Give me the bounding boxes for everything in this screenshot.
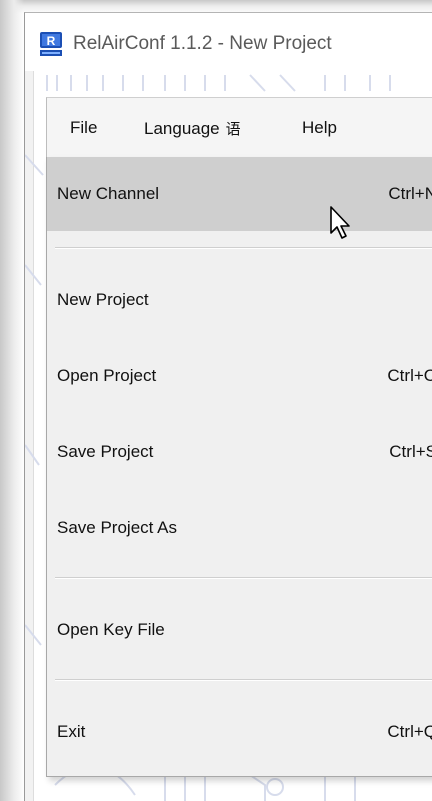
menu-language-label: Language	[144, 119, 220, 138]
menu-item-label: Open Project	[57, 366, 157, 385]
menu-separator	[55, 247, 432, 249]
title-bar: R RelAirConf 1.1.2 - New Project	[25, 13, 432, 71]
menu-separator	[55, 577, 432, 579]
screen: R RelAirConf 1.1.2 - New Project File La…	[0, 0, 432, 801]
menu-language[interactable]: Language 语	[144, 118, 241, 139]
file-menu-dropdown: New Channel Ctrl+N New Project Open Proj…	[46, 157, 432, 777]
menu-item-open-project[interactable]: Open Project Ctrl+O	[47, 339, 432, 413]
menu-item-shortcut: Ctrl+O	[387, 366, 432, 385]
menu-help[interactable]: Help	[302, 118, 337, 138]
app-window: R RelAirConf 1.1.2 - New Project File La…	[24, 12, 432, 801]
mouse-pointer-icon	[330, 206, 350, 239]
menu-item-label: Open Key File	[57, 620, 165, 639]
menu-item-label: Save Project As	[57, 518, 178, 537]
menu-item-label: Save Project	[57, 442, 154, 461]
menu-item-shortcut: Ctrl+Q	[387, 722, 432, 741]
menu-item-new-channel[interactable]: New Channel Ctrl+N	[47, 157, 432, 231]
menu-item-label: New Project	[57, 290, 149, 309]
menu-item-exit[interactable]: Exit Ctrl+Q	[47, 695, 432, 769]
menu-item-label: New Channel	[57, 184, 160, 203]
language-glyph-icon: 语	[225, 121, 241, 138]
menu-file[interactable]: File	[70, 118, 97, 138]
menu-item-save-project[interactable]: Save Project Ctrl+S	[47, 415, 432, 489]
menu-item-new-project[interactable]: New Project	[47, 263, 432, 337]
menu-bar: File Language 语 Help	[46, 97, 432, 157]
menu-item-open-key-file[interactable]: Open Key File	[47, 593, 432, 667]
menu-item-shortcut: Ctrl+N	[388, 184, 432, 203]
menu-item-label: Exit	[57, 722, 86, 741]
menu-separator	[55, 679, 432, 681]
relairconf-app-icon: R	[40, 32, 62, 56]
menu-item-shortcut: Ctrl+S	[389, 442, 432, 461]
menu-item-save-project-as[interactable]: Save Project As	[47, 491, 432, 565]
svg-text:R: R	[47, 34, 56, 48]
window-title: RelAirConf 1.1.2 - New Project	[73, 33, 332, 54]
